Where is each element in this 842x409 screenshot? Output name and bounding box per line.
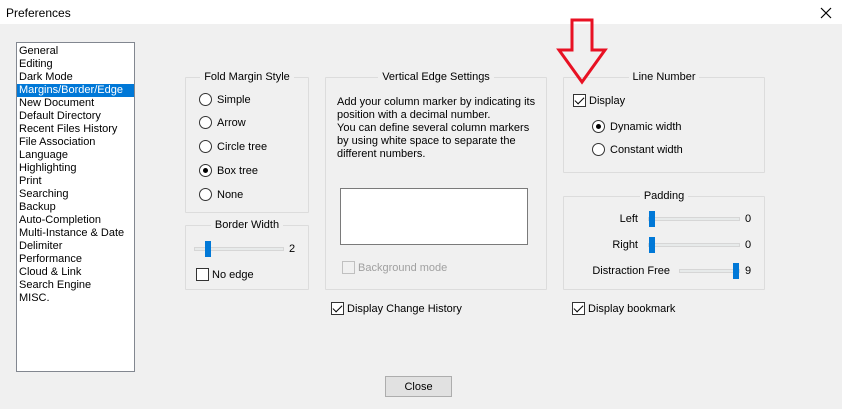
list-item-backup[interactable]: Backup [17, 201, 134, 214]
padding-left-value: 0 [745, 213, 752, 225]
border-width-value: 2 [289, 243, 296, 255]
fold-margin-style-title: Fold Margin Style [200, 71, 294, 83]
radio-circle[interactable] [199, 116, 212, 129]
annotation-arrow-icon [556, 18, 608, 85]
list-item-search-engine[interactable]: Search Engine [17, 279, 134, 292]
radio-simple-label: Simple [217, 93, 251, 106]
background-mode-label: Background mode [358, 261, 448, 274]
close-button[interactable]: Close [385, 376, 452, 397]
radio-circle-tree[interactable]: Circle tree [199, 140, 267, 153]
distraction-free-label: Distraction Free [592, 265, 670, 277]
radio-circle[interactable] [199, 164, 212, 177]
list-item-cloud-link[interactable]: Cloud & Link [17, 266, 134, 279]
list-item-language[interactable]: Language [17, 149, 134, 162]
radio-box-tree[interactable]: Box tree [199, 164, 258, 177]
distraction-free-value: 9 [745, 265, 752, 277]
radio-constant-width[interactable]: Constant width [592, 143, 683, 156]
radio-none-label: None [217, 188, 244, 201]
padding-title: Padding [639, 190, 689, 202]
slider-track [679, 269, 740, 273]
padding-group: Padding Left 0 Right 0 Distraction Free … [563, 190, 765, 290]
list-item-print[interactable]: Print [17, 175, 134, 188]
fold-margin-style-group: Fold Margin Style Simple Arrow Circle tr… [185, 71, 309, 213]
close-icon [820, 7, 832, 19]
display-bookmark-label: Display bookmark [588, 302, 676, 315]
vertical-edge-description: Add your column marker by indicating its… [337, 96, 536, 160]
radio-dynamic-width[interactable]: Dynamic width [592, 120, 682, 133]
padding-left-label: Left [619, 213, 638, 225]
list-item-editing[interactable]: Editing [17, 58, 134, 71]
checkbox-box[interactable] [572, 302, 585, 315]
list-item-dark-mode[interactable]: Dark Mode [17, 71, 134, 84]
background-mode-checkbox[interactable]: Background mode [342, 261, 447, 274]
distraction-free-slider[interactable] [679, 263, 740, 279]
radio-circle[interactable] [592, 143, 605, 156]
radio-simple[interactable]: Simple [199, 93, 251, 106]
border-width-title: Border Width [210, 219, 284, 231]
padding-right-label: Right [612, 239, 638, 251]
column-marker-input[interactable] [340, 188, 528, 245]
radio-arrow[interactable]: Arrow [199, 116, 246, 129]
list-item-highlighting[interactable]: Highlighting [17, 162, 134, 175]
list-item-new-document[interactable]: New Document [17, 97, 134, 110]
radio-circle-tree-label: Circle tree [217, 140, 268, 153]
list-item-general[interactable]: General [17, 45, 134, 58]
no-edge-label: No edge [212, 268, 254, 281]
checkbox-box[interactable] [573, 94, 586, 107]
radio-dynamic-width-label: Dynamic width [610, 120, 682, 133]
slider-thumb[interactable] [649, 211, 655, 227]
list-item-searching[interactable]: Searching [17, 188, 134, 201]
slider-track [648, 217, 740, 221]
border-width-slider[interactable] [194, 241, 284, 257]
radio-none[interactable]: None [199, 188, 243, 201]
line-number-title: Line Number [628, 71, 700, 83]
list-item-margins-border-edge[interactable]: Margins/Border/Edge [17, 84, 134, 97]
padding-left-slider[interactable] [648, 211, 740, 227]
display-bookmark-checkbox[interactable]: Display bookmark [572, 302, 675, 315]
radio-constant-width-label: Constant width [610, 143, 683, 156]
list-item-misc[interactable]: MISC. [17, 292, 134, 305]
border-width-group: Border Width 2 No edge [185, 219, 309, 290]
list-item-file-association[interactable]: File Association [17, 136, 134, 149]
radio-circle[interactable] [199, 140, 212, 153]
list-item-recent-files-history[interactable]: Recent Files History [17, 123, 134, 136]
display-line-number-checkbox[interactable]: Display [573, 94, 625, 107]
radio-circle[interactable] [592, 120, 605, 133]
padding-right-value: 0 [745, 239, 752, 251]
display-change-history-checkbox[interactable]: Display Change History [331, 302, 462, 315]
radio-arrow-label: Arrow [217, 116, 246, 129]
list-item-default-directory[interactable]: Default Directory [17, 110, 134, 123]
padding-right-slider[interactable] [648, 237, 740, 253]
checkbox-box[interactable] [342, 261, 355, 274]
checkbox-box[interactable] [196, 268, 209, 281]
slider-thumb[interactable] [649, 237, 655, 253]
no-edge-checkbox[interactable]: No edge [196, 268, 254, 281]
slider-track [648, 243, 740, 247]
radio-circle[interactable] [199, 188, 212, 201]
radio-circle[interactable] [199, 93, 212, 106]
radio-box-tree-label: Box tree [217, 164, 258, 177]
checkbox-box[interactable] [331, 302, 344, 315]
list-item-performance[interactable]: Performance [17, 253, 134, 266]
list-item-auto-completion[interactable]: Auto-Completion [17, 214, 134, 227]
window-title: Preferences [6, 6, 71, 20]
list-item-multi-instance-date[interactable]: Multi-Instance & Date [17, 227, 134, 240]
category-list[interactable]: General Editing Dark Mode Margins/Border… [16, 42, 135, 372]
slider-thumb[interactable] [733, 263, 739, 279]
close-window-button[interactable] [814, 2, 838, 24]
display-line-number-label: Display [589, 94, 626, 107]
line-number-group: Line Number Display Dynamic width Consta… [563, 71, 765, 173]
slider-thumb[interactable] [205, 241, 211, 257]
list-item-delimiter[interactable]: Delimiter [17, 240, 134, 253]
display-change-history-label: Display Change History [347, 302, 462, 315]
vertical-edge-settings-title: Vertical Edge Settings [378, 71, 494, 83]
